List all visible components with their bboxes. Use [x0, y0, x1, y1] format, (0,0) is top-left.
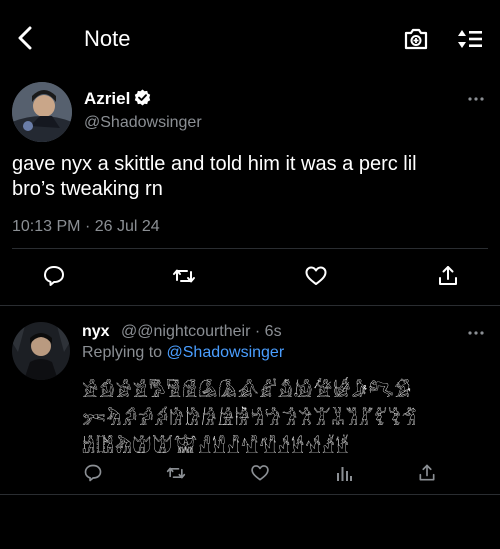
author-handle[interactable]: @Shadowsinger	[84, 114, 202, 132]
verified-badge-icon	[133, 88, 151, 106]
retweet-button[interactable]	[170, 262, 198, 290]
comment-icon	[44, 266, 64, 286]
sort-button[interactable]	[454, 24, 486, 54]
reply-share-button[interactable]	[416, 462, 438, 484]
replying-to-line: Replying to @Shadowsinger	[82, 344, 284, 362]
replying-to-link[interactable]: @Shadowsinger	[167, 344, 285, 361]
more-horizontal-icon	[468, 97, 484, 101]
divider	[12, 248, 488, 249]
heart-icon	[305, 266, 327, 285]
reply-glyph-line-1: 𓀀𓀁𓀂𓀃𓀄𓀅𓀆𓀇𓀈𓀉𓀊𓀋𓀌𓀍𓀎𓀏𓀐𓀑	[82, 381, 413, 402]
retweet-icon	[173, 269, 195, 283]
reply-age: 6s	[264, 323, 282, 340]
reply-meta: @@nightcourtheir · 6s	[121, 323, 282, 341]
tweet-date: 26 Jul 24	[94, 218, 160, 235]
tweet-timestamp[interactable]: 10:13 PM · 26 Jul 24	[12, 218, 160, 236]
page-title: Note	[84, 26, 131, 51]
share-button[interactable]	[434, 262, 462, 290]
sort-lines-icon	[458, 30, 482, 48]
reply-retweet-button[interactable]	[165, 462, 187, 484]
divider	[0, 305, 500, 306]
heart-icon	[251, 465, 269, 481]
like-button[interactable]	[302, 262, 330, 290]
reply-like-button[interactable]	[249, 462, 271, 484]
reply-author-name[interactable]: nyx	[82, 323, 110, 341]
share-icon	[439, 266, 457, 285]
reply-reply-button[interactable]	[82, 462, 104, 484]
comment-icon	[84, 464, 102, 482]
reply-author-handle[interactable]: @@nightcourtheir	[121, 323, 250, 340]
tweet-text-line-2: bro’s tweaking rn	[12, 178, 163, 200]
meta-separator: ·	[254, 323, 261, 340]
replying-to-prefix: Replying to	[82, 344, 163, 361]
tweet-time: 10:13 PM	[12, 218, 81, 235]
reply-glyph-line-3: 𓀧𓀨𓀩𓀪𓀫𓀬𓀭𓀮𓀯𓀰𓀱𓀲𓀳𓀴𓀵𓀶	[82, 437, 350, 458]
reply-glyph-line-2: 𓀒𓀓𓀔𓀕𓀖𓀗𓀘𓀙𓀚𓀛𓀜𓀝𓀞𓀟𓀠𓀡𓀢𓀣𓀤𓀥𓀦	[82, 409, 418, 430]
analytics-icon	[337, 467, 352, 481]
author-avatar[interactable]	[12, 82, 72, 142]
more-options-button[interactable]	[464, 92, 488, 106]
retweet-icon	[166, 467, 186, 479]
share-icon	[419, 464, 435, 481]
divider	[0, 494, 500, 495]
camera-button[interactable]	[400, 24, 432, 54]
back-button[interactable]	[10, 22, 42, 54]
reply-button[interactable]	[40, 262, 68, 290]
chevron-left-icon	[18, 26, 32, 50]
reply-analytics-button[interactable]	[333, 462, 355, 484]
camera-plus-icon	[404, 28, 428, 50]
reply-more-options-button[interactable]	[464, 326, 488, 340]
reply-author-avatar[interactable]	[12, 322, 70, 380]
author-name[interactable]: Azriel	[84, 89, 130, 109]
more-horizontal-icon	[468, 331, 484, 335]
timestamp-separator: ·	[84, 218, 91, 235]
tweet-text-line-1: gave nyx a skittle and told him it was a…	[12, 153, 417, 175]
